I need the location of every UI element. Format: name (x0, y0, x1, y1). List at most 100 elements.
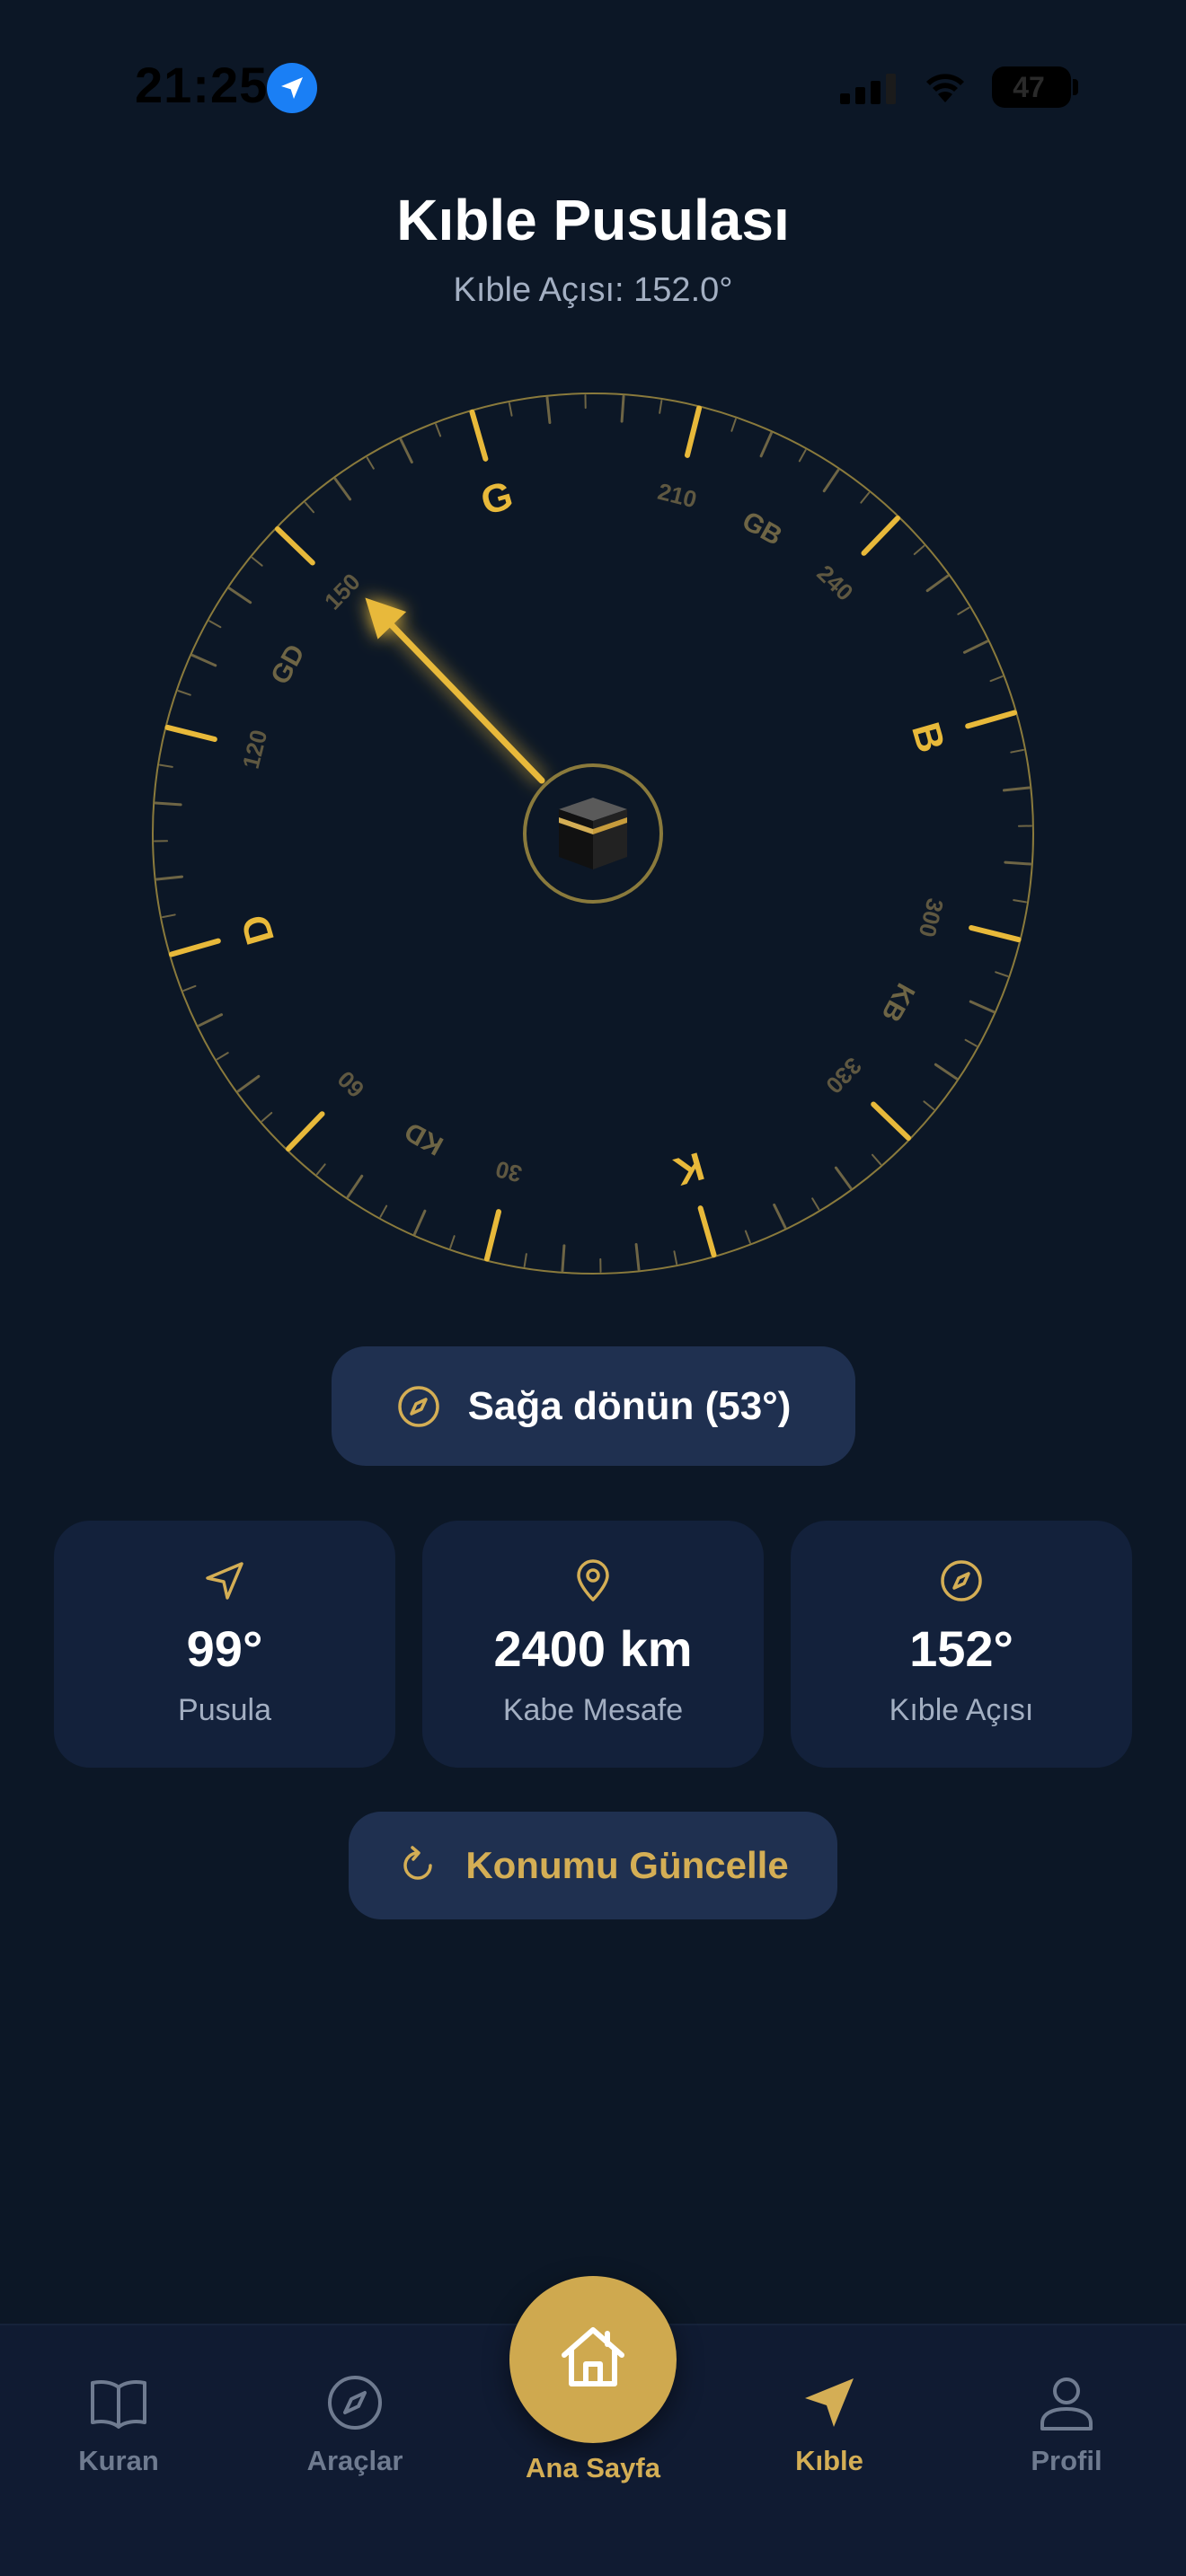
compass-tick (333, 477, 352, 501)
compass-tick (995, 971, 1009, 977)
tab-kuran[interactable]: Kuran (29, 2371, 208, 2497)
compass-tick (913, 544, 925, 556)
qibla-needle (365, 597, 545, 784)
qibla-needle-line (380, 613, 545, 784)
compass-tick (379, 1204, 388, 1218)
compass-icon (941, 1560, 982, 1601)
compass-tick (871, 1153, 882, 1166)
compass-tick (164, 724, 217, 743)
compass-degree-label: 120 (237, 727, 273, 771)
map-pin-icon (577, 1559, 609, 1601)
qibla-angle-value: 152° (909, 1620, 1013, 1677)
compass-tick (1002, 786, 1031, 792)
qibla-angle-label: Kıble Açısı (889, 1693, 1034, 1727)
compass-tick (435, 423, 442, 437)
tab-profil-label: Profil (1031, 2445, 1102, 2476)
compass-degree-label: 60 (332, 1065, 370, 1103)
compass-heading-label: Pusula (178, 1693, 271, 1727)
compass-tick (251, 556, 263, 567)
compass-tick (860, 491, 871, 504)
compass-tick (923, 1100, 935, 1111)
compass-tick (508, 401, 513, 417)
kaaba-distance-value: 2400 km (493, 1620, 693, 1677)
compass-tick (208, 620, 222, 629)
compass-tick (1013, 899, 1027, 904)
compass-tick (155, 875, 184, 881)
compass-tick (168, 938, 221, 957)
compass-cardinal-south: G (476, 473, 518, 525)
compass-tick (483, 1209, 502, 1262)
book-open-icon (91, 2380, 146, 2429)
compass-intercardinal-ne: KD (400, 1116, 448, 1160)
compass-tick (216, 1052, 229, 1061)
compass-tick (159, 763, 173, 768)
compass-tick (561, 1244, 566, 1273)
compass-tick (469, 409, 489, 462)
compass-tick (236, 1074, 261, 1093)
compass-tick (965, 710, 1018, 729)
kaaba-distance-card: 2400 km Kabe Mesafe (422, 1521, 764, 1768)
compass-tick (154, 801, 182, 807)
compass-tick (957, 606, 970, 615)
compass-tick (1004, 860, 1032, 866)
compass-tick (197, 1013, 224, 1028)
compass-tick (182, 984, 197, 992)
compass-icon (328, 2376, 382, 2430)
compass-intercardinal-sw: GB (737, 506, 786, 551)
home-icon (562, 2327, 624, 2386)
compass-tick (315, 1163, 326, 1176)
tab-ana-sayfa-label[interactable]: Ana Sayfa (458, 2452, 728, 2484)
qibla-compass: KDGBKDGDGBKB3060120150210240300330 (152, 393, 1034, 1275)
compass-heading-value: 99° (186, 1620, 263, 1677)
compass-degree-label: 150 (319, 568, 366, 614)
compass-tick (449, 1235, 456, 1249)
tab-kible[interactable]: Kıble (739, 2371, 919, 2497)
battery-level: 47 (1013, 71, 1045, 103)
qibla-angle-card: 152° Kıble Açısı (791, 1521, 1132, 1768)
update-location-button[interactable]: Konumu Güncelle (349, 1812, 837, 1919)
tab-araclar[interactable]: Araçlar (265, 2371, 445, 2497)
compass-tick (962, 640, 989, 654)
compass-tick (177, 690, 191, 696)
tab-ana-sayfa[interactable] (509, 2276, 677, 2443)
location-arrow-icon (267, 63, 317, 113)
navigation-arrow-icon (206, 1562, 243, 1600)
refresh-icon (403, 1846, 433, 1880)
compass-degree-label: 300 (914, 895, 950, 940)
compass-degree-label: 330 (820, 1053, 867, 1099)
compass-degree-label: 30 (492, 1155, 524, 1187)
compass-tick (304, 501, 315, 514)
compass-tick (871, 1101, 912, 1141)
user-icon (1040, 2378, 1093, 2430)
compass-tick (366, 456, 375, 470)
compass-tick (989, 675, 1004, 683)
turn-hint-pill: Sağa dönün (53°) (332, 1346, 855, 1466)
compass-tick (798, 449, 807, 463)
tab-kuran-label: Kuran (78, 2445, 159, 2476)
compass-tick (190, 654, 217, 667)
battery-cap (1073, 79, 1078, 95)
compass-tick (634, 1242, 641, 1271)
compass-tick (399, 437, 413, 464)
compass-tick (697, 1205, 717, 1258)
compass-center (523, 763, 663, 904)
compass-tick (744, 1230, 751, 1244)
compass-tick (261, 1111, 273, 1123)
compass-tick (834, 1166, 853, 1190)
compass-tick (346, 1174, 364, 1199)
compass-heading-card: 99° Pusula (54, 1521, 395, 1768)
compass-tick (523, 1253, 527, 1267)
compass-tick (934, 1063, 959, 1081)
page-title: Kıble Pusulası (396, 188, 790, 252)
kaaba-icon (559, 798, 627, 869)
compass-tick (161, 913, 176, 919)
compass-tick (227, 587, 252, 604)
compass-tick (822, 468, 840, 493)
turn-hint-text: Sağa dönün (53°) (467, 1383, 792, 1428)
tab-profil[interactable]: Profil (977, 2371, 1156, 2497)
compass-tick (925, 574, 950, 593)
battery-indicator: 47 (992, 66, 1071, 108)
compass-cardinal-east: D (233, 910, 283, 949)
compass-degree-label: 240 (812, 560, 859, 606)
compass-tick (773, 1203, 787, 1230)
